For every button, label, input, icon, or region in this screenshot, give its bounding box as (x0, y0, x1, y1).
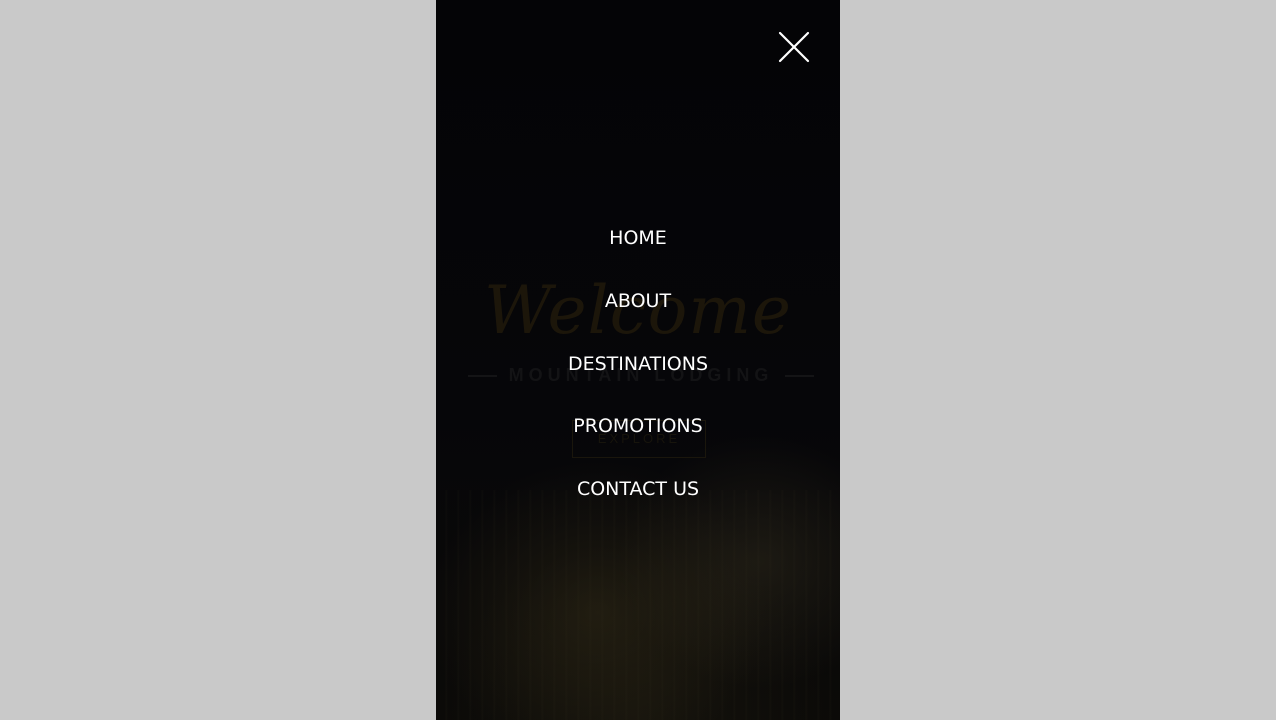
close-menu-button[interactable] (776, 29, 812, 65)
nav-item-about[interactable]: ABOUT (436, 286, 840, 316)
nav-item-promotions[interactable]: PROMOTIONS (436, 411, 840, 441)
mobile-viewport: Welcome MOUNTAIN LODGING EXPLORE HOME AB… (436, 0, 840, 720)
close-icon (778, 31, 810, 63)
nav-item-destinations[interactable]: DESTINATIONS (436, 349, 840, 379)
nav-item-home[interactable]: HOME (436, 223, 840, 253)
nav-item-contact-us[interactable]: CONTACT US (436, 474, 840, 504)
